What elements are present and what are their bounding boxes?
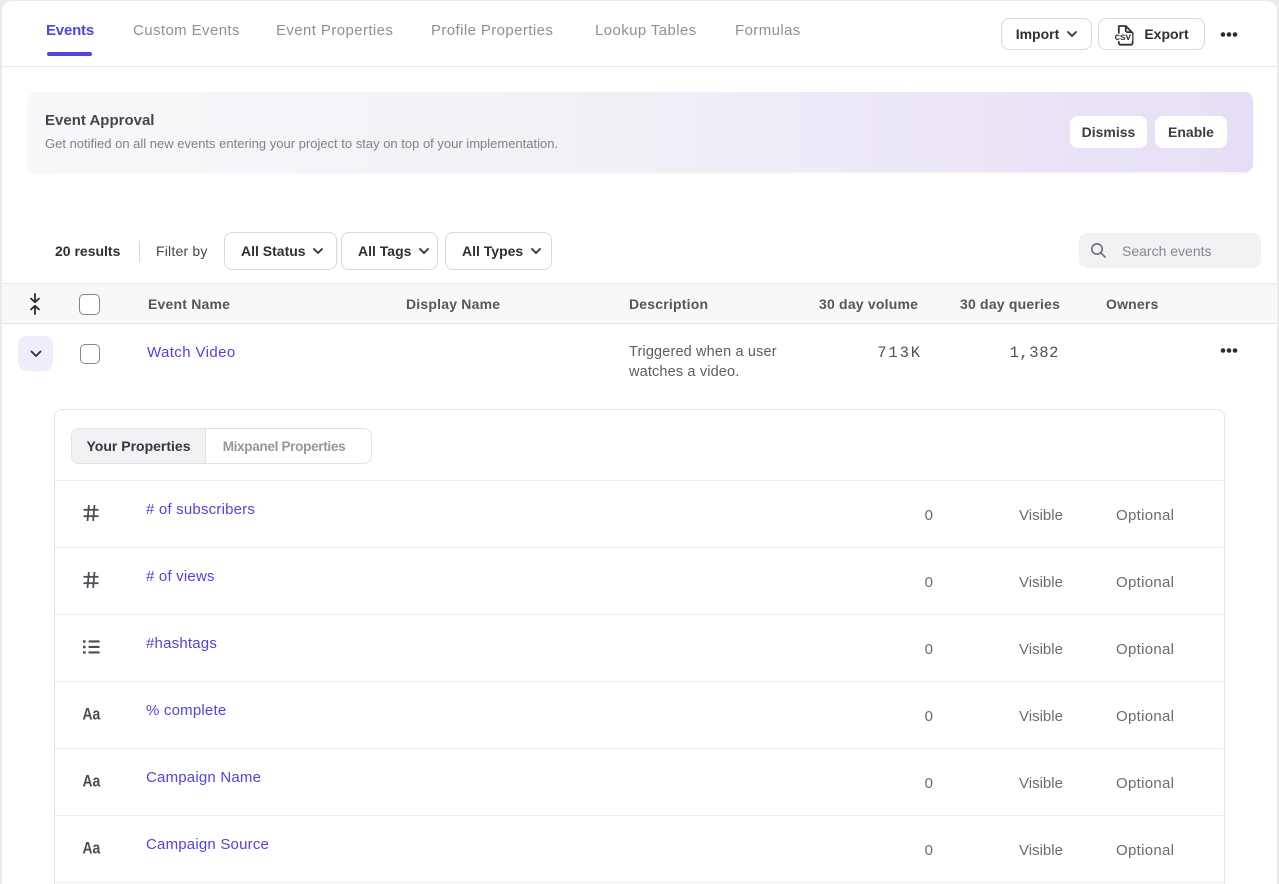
svg-text:Aa: Aa	[82, 839, 100, 857]
svg-text:CSV: CSV	[1115, 32, 1132, 42]
svg-text:Aa: Aa	[82, 772, 100, 790]
svg-text:Aa: Aa	[82, 705, 100, 723]
